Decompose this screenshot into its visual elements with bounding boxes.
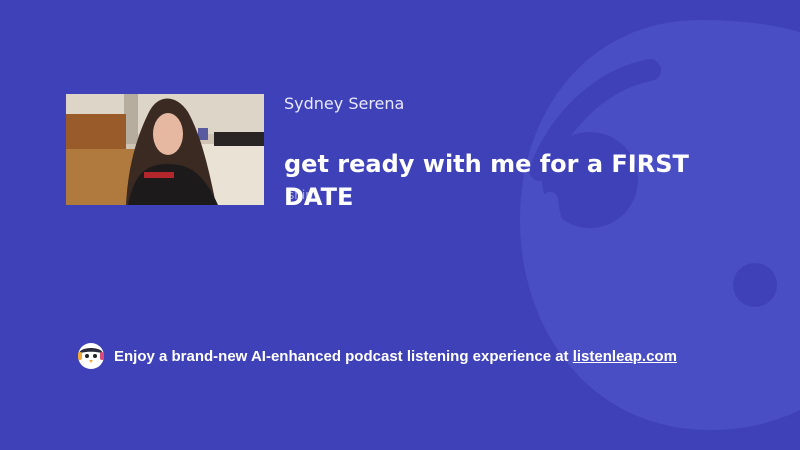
episode-title[interactable]: get ready with me for a FIRST DATE bbox=[284, 148, 714, 214]
penguin-mascot-icon bbox=[78, 343, 104, 369]
title-overlay-text: ship bbox=[288, 188, 313, 202]
promo-banner: Enjoy a brand-new AI-enhanced podcast li… bbox=[76, 342, 677, 370]
promo-text: Enjoy a brand-new AI-enhanced podcast li… bbox=[114, 348, 677, 365]
episode-card: Sydney Serena get ready with me for a FI… bbox=[0, 0, 800, 450]
listenleap-link[interactable]: listenleap.com bbox=[573, 348, 677, 365]
promo-message: Enjoy a brand-new AI-enhanced podcast li… bbox=[114, 347, 573, 365]
listenleap-logo-watermark-icon bbox=[520, 20, 800, 430]
thumbnail-image bbox=[66, 94, 264, 205]
episode-author[interactable]: Sydney Serena bbox=[284, 94, 404, 113]
episode-thumbnail[interactable] bbox=[66, 94, 264, 205]
